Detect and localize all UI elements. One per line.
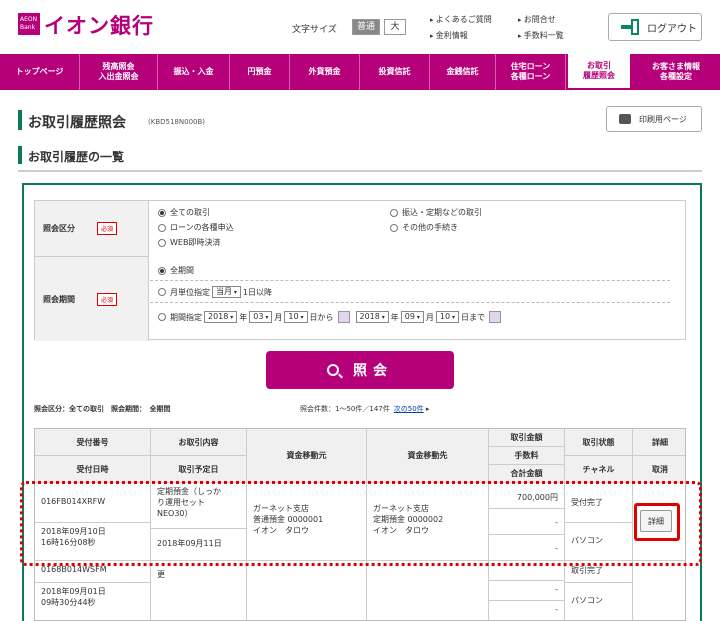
logout-button[interactable]: ログアウト <box>608 13 702 41</box>
header-to: 資金移動先 <box>367 429 489 483</box>
section-divider <box>18 170 702 172</box>
radio-transfer-transactions[interactable]: 振込・定期などの取引 <box>390 207 482 218</box>
calendar-icon[interactable] <box>489 311 501 323</box>
radio-all-transactions[interactable]: 全ての取引 <box>158 207 210 218</box>
header-amount: 取引金額 <box>489 429 565 447</box>
section-title: お取引履歴の一覧 <box>28 150 125 164</box>
radio-icon <box>158 208 166 217</box>
search-conditions: 照会区分：全ての取引 照会期間： 全期間 <box>34 405 171 413</box>
nav-top[interactable]: トップページ <box>0 54 80 90</box>
header-receipt-date: 受付日時 <box>35 456 151 483</box>
font-normal-button[interactable]: 普通 <box>352 19 380 35</box>
result-count: 照会件数：1～50件／147件 次の50件 ▸ <box>300 405 430 413</box>
section-accent <box>18 146 22 164</box>
row2-content: 更 <box>151 561 247 620</box>
print-button[interactable]: 印刷用ページ <box>606 106 702 132</box>
header-receipt-no: 受付番号 <box>35 429 151 456</box>
period-label: 照会期間 必須 <box>35 257 149 341</box>
radio-icon <box>390 208 398 217</box>
required-badge: 必須 <box>97 222 118 235</box>
row2-total: - <box>489 601 565 620</box>
radio-icon <box>158 223 166 232</box>
header-fee: 手数料 <box>489 447 565 465</box>
from-day-select[interactable]: 10 <box>284 311 308 323</box>
next-page-link[interactable]: 次の50件 <box>394 405 424 413</box>
radio-icon <box>158 238 166 247</box>
font-size-label: 文字サイズ <box>292 25 337 35</box>
header: AEON Bank イオン銀行 文字サイズ 普通 大 よくあるご質問 金利情報 … <box>0 0 720 52</box>
row2-channel: パソコン <box>565 583 633 620</box>
highlight-dotted-frame <box>20 481 702 566</box>
nav-history[interactable]: お取引 履歴照会 <box>566 54 632 90</box>
month-select[interactable]: 当月 <box>212 286 241 298</box>
fee-list-link[interactable]: 手数料一覧 <box>518 30 564 41</box>
search-icon <box>327 364 339 376</box>
to-year-select[interactable]: 2018 <box>355 311 389 323</box>
nav-loans[interactable]: 住宅ローン 各種ローン <box>496 54 566 90</box>
search-button[interactable]: 照会 <box>266 351 454 389</box>
nav-transfer[interactable]: 振込・入金 <box>158 54 230 90</box>
divider <box>150 302 670 303</box>
header-detail: 詳細 <box>633 429 685 456</box>
interest-rate-link[interactable]: 金利情報 <box>430 30 468 41</box>
radio-loan-applications[interactable]: ローンの各種申込 <box>158 222 234 233</box>
radio-monthly[interactable]: 月単位指定 当月 1日以降 <box>158 286 272 298</box>
radio-all-period[interactable]: 全期間 <box>158 265 194 276</box>
header-content: お取引内容 <box>151 429 247 456</box>
main-nav: トップページ 残高照会 入出金照会 振込・入金 円預金 外貨預金 投資信託 金銭… <box>0 54 720 90</box>
logout-icon <box>621 19 639 35</box>
nav-money-trust[interactable]: 金銭信託 <box>430 54 496 90</box>
page-title: お取引履歴照会 <box>28 115 126 131</box>
logo-text[interactable]: イオン銀行 <box>44 10 154 40</box>
calendar-icon[interactable] <box>337 311 350 323</box>
print-label: 印刷用ページ <box>639 114 687 124</box>
row2-to <box>367 561 489 620</box>
font-large-button[interactable]: 大 <box>384 19 406 35</box>
radio-other-procedures[interactable]: その他の手続き <box>390 222 458 233</box>
nav-foreign-deposit[interactable]: 外貨預金 <box>290 54 360 90</box>
row2-fee: - <box>489 581 565 601</box>
header-cancel: 取消 <box>633 456 685 483</box>
contact-link[interactable]: お問合せ <box>518 14 556 25</box>
required-badge: 必須 <box>97 292 118 306</box>
row2-receipt-date: 2018年09月01日 09時30分44秒 <box>35 583 151 620</box>
printer-icon <box>619 114 631 124</box>
header-status: 取引状態 <box>565 429 633 456</box>
logout-label: ログアウト <box>647 23 697 35</box>
header-from: 資金移動元 <box>247 429 367 483</box>
radio-icon <box>390 223 398 232</box>
from-month-select[interactable]: 03 <box>249 311 273 323</box>
to-month-select[interactable]: 09 <box>400 311 424 323</box>
divider <box>150 280 670 281</box>
nav-investment-trust[interactable]: 投資信託 <box>360 54 430 90</box>
nav-balance[interactable]: 残高照会 入出金照会 <box>80 54 158 90</box>
radio-date-range[interactable]: 期間指定 2018年 03月 10日から 2018年 09月 10日まで <box>158 311 505 323</box>
from-year-select[interactable]: 2018 <box>204 311 238 323</box>
faq-link[interactable]: よくあるご質問 <box>430 14 492 25</box>
radio-icon <box>158 266 166 275</box>
search-label: 照会 <box>353 363 393 379</box>
header-channel: チャネル <box>565 456 633 483</box>
header-scheduled: 取引予定日 <box>151 456 247 483</box>
nav-customer-settings[interactable]: お客さま情報 各種設定 <box>632 54 720 90</box>
radio-icon <box>158 313 166 321</box>
row2-detail-cell <box>633 561 685 620</box>
radio-web-payment[interactable]: WEB即時決済 <box>158 237 220 248</box>
row2-from <box>247 561 367 620</box>
page-code: (KBD518N000B) <box>148 118 206 126</box>
highlight-detail-frame <box>634 503 680 541</box>
to-day-select[interactable]: 10 <box>435 311 459 323</box>
aeon-logo-icon[interactable]: AEON Bank <box>18 13 40 35</box>
radio-icon <box>158 288 166 296</box>
category-label: 照会区分 必須 <box>35 201 149 257</box>
nav-yen-deposit[interactable]: 円預金 <box>230 54 290 90</box>
title-accent <box>18 110 22 130</box>
